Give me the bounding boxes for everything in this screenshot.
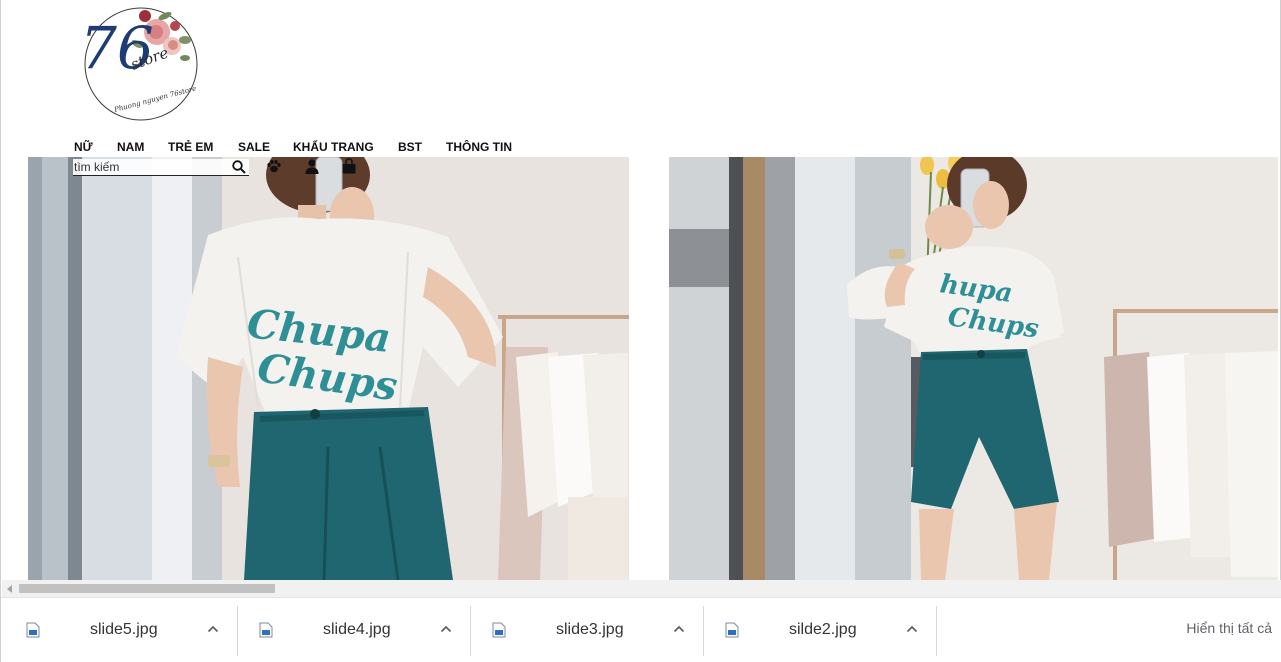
download-item[interactable]: slide4.jpg [239, 606, 471, 656]
store-logo[interactable]: 76 store Phuong nguyen 76store [77, 0, 201, 126]
search-input[interactable] [73, 159, 225, 175]
image-file-icon [492, 622, 506, 638]
chevron-up-icon[interactable] [673, 623, 685, 635]
chevron-up-icon[interactable] [207, 623, 219, 635]
horizontal-scrollbar[interactable] [2, 580, 1281, 597]
download-item[interactable]: silde2.jpg [705, 606, 937, 656]
download-filename: slide4.jpg [323, 621, 391, 638]
show-all-downloads-link[interactable]: Hiển thị tất cả [1186, 620, 1272, 636]
image-file-icon [26, 622, 40, 638]
nav-item-bst[interactable]: BST [398, 140, 422, 154]
nav-item-khau-trang[interactable]: KHẨU TRANG [293, 140, 374, 154]
image-file-icon [725, 622, 739, 638]
chevron-up-icon[interactable] [906, 623, 918, 635]
download-item[interactable]: slide3.jpg [472, 606, 704, 656]
download-filename: slide3.jpg [556, 621, 624, 638]
shopping-bag-icon[interactable] [341, 158, 357, 174]
nav-item-nu[interactable]: NỮ [74, 140, 93, 154]
logo-76-text: 76 [80, 14, 154, 82]
slide-image-right[interactable]: hupa Chups [669, 157, 1278, 580]
paw-icon[interactable] [266, 158, 282, 174]
download-filename: silde2.jpg [789, 621, 857, 638]
download-filename: slide5.jpg [90, 621, 158, 638]
download-item[interactable]: slide5.jpg [6, 606, 238, 656]
nav-item-tre-em[interactable]: TRẺ EM [168, 140, 213, 154]
nav-item-thong-tin[interactable]: THÔNG TIN [446, 140, 512, 154]
image-file-icon [259, 622, 273, 638]
search-box [73, 159, 249, 176]
slide-image-left[interactable]: Chupa Chups [28, 157, 629, 580]
chevron-up-icon[interactable] [440, 623, 452, 635]
nav-item-nam[interactable]: NAM [117, 140, 144, 154]
scrollbar-thumb[interactable] [19, 584, 275, 593]
search-icon[interactable] [232, 160, 246, 174]
nav-item-sale[interactable]: SALE [238, 140, 270, 154]
user-icon[interactable] [304, 158, 320, 174]
download-bar: slide5.jpg slide4.jpg slide3.jpg silde2.… [1, 597, 1281, 662]
scroll-left-arrow-icon[interactable] [2, 580, 18, 597]
browser-page: 76 store Phuong nguyen 76store Chupa Chu… [0, 0, 1281, 662]
